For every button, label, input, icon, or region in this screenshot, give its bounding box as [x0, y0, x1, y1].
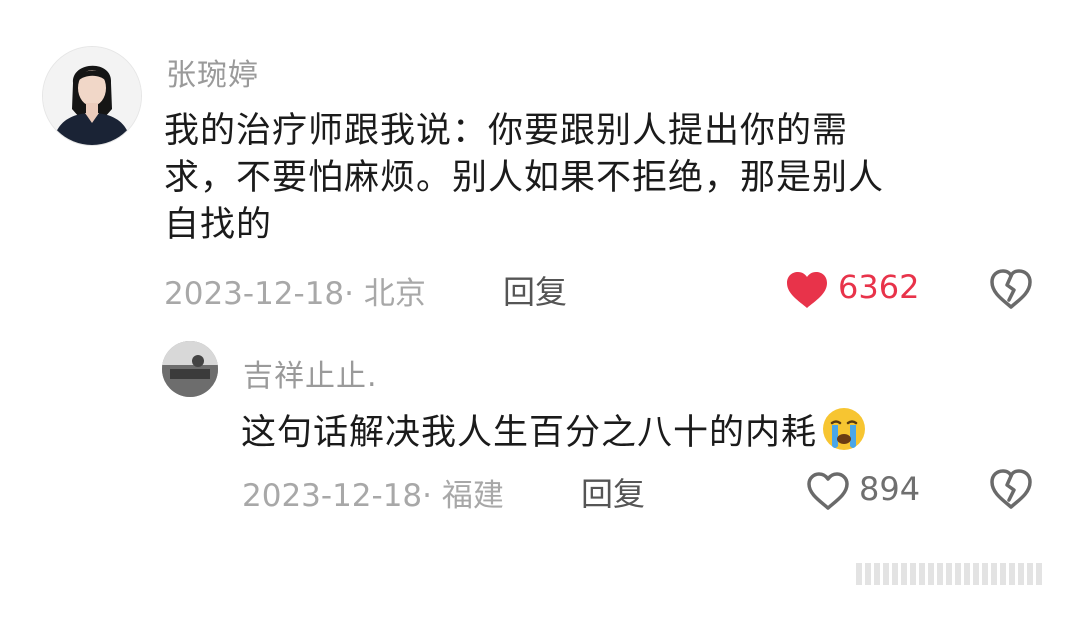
watermark	[842, 563, 1042, 609]
crying-face-icon	[821, 406, 867, 452]
reply-text: 这句话解决我人生百分之八十的内耗	[241, 413, 818, 453]
avatar-portrait	[43, 47, 141, 145]
reply-username[interactable]: 吉祥止止.	[243, 351, 378, 395]
reply-date: 2023-12-18	[242, 478, 423, 514]
avatar[interactable]	[42, 46, 142, 146]
reply-broken-heart-icon[interactable]	[989, 468, 1033, 510]
comment-meta: 2023-12-18· 北京	[164, 268, 426, 313]
watermark-logo	[856, 563, 1042, 585]
reply-avatar[interactable]	[162, 341, 218, 397]
like-count: 6362	[838, 268, 920, 306]
reply-text-row: 这句话解决我人生百分之八十的内耗	[241, 406, 867, 457]
reply-reply-button[interactable]: 回复	[581, 469, 645, 515]
comment-date: 2023-12-18	[164, 276, 345, 312]
heart-outline-icon[interactable]	[806, 471, 850, 511]
reply-meta: 2023-12-18· 福建	[242, 470, 504, 515]
comment-username[interactable]: 张琬婷	[166, 50, 259, 94]
reply-like-count: 894	[859, 470, 921, 508]
heart-filled-icon[interactable]	[785, 270, 829, 310]
reply-button[interactable]: 回复	[503, 267, 567, 313]
comment-text: 我的治疗师跟我说：你要跟别人提出你的需 求，不要怕麻烦。别人如果不拒绝，那是别人…	[164, 111, 885, 245]
comment-location: · 北京	[344, 276, 426, 312]
reply-location: · 福建	[422, 478, 504, 514]
avatar-photo	[162, 341, 218, 397]
broken-heart-icon[interactable]	[989, 268, 1033, 310]
